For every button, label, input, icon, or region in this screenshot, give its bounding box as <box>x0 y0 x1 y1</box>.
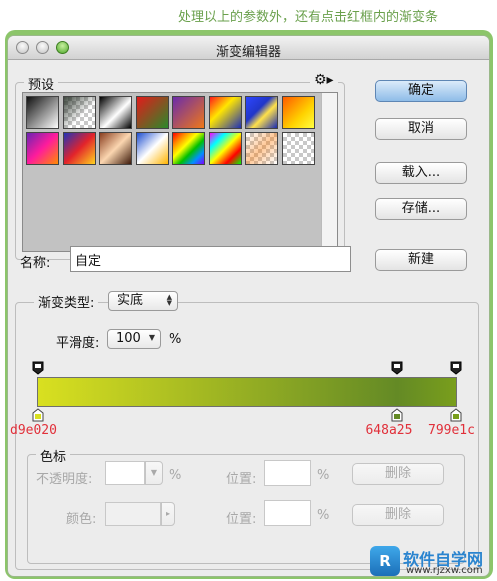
color-stop-hex-label: d9e020 <box>10 423 57 438</box>
color-stop-marker[interactable] <box>450 408 462 422</box>
position-unit-1: % <box>317 468 330 483</box>
preset-swatch[interactable] <box>172 132 205 165</box>
save-button[interactable]: 存储... <box>375 198 467 220</box>
smoothness-label: 平滑度: <box>56 336 100 351</box>
opacity-unit: % <box>169 468 182 483</box>
gradient-editor-window: 渐变编辑器 预设 ⚙▸ 确定 取消 载入... 存储... 名称: 自定 新建 … <box>8 36 489 576</box>
name-label: 名称: <box>20 256 51 271</box>
preset-swatch[interactable] <box>26 96 59 129</box>
select-arrows-icon: ▲ ▼ <box>166 293 172 307</box>
delete-button-1[interactable]: 删除 <box>352 463 444 485</box>
gradient-type-label: 渐变类型: <box>34 292 99 311</box>
preset-swatch[interactable] <box>135 96 169 129</box>
opacity-stop-marker[interactable] <box>32 361 44 375</box>
ok-button[interactable]: 确定 <box>375 80 467 102</box>
preset-swatch[interactable] <box>62 96 96 129</box>
watermark-url: www.rjzxw.com <box>406 565 483 576</box>
color-label: 颜色: <box>66 512 97 527</box>
smoothness-value: 100 <box>116 331 141 346</box>
color-stop-hex-label: 648a25 <box>365 423 413 438</box>
chevron-down-icon: ▼ <box>148 333 155 342</box>
preset-swatch[interactable] <box>99 132 132 165</box>
preset-swatch[interactable] <box>281 96 315 129</box>
preset-swatch[interactable] <box>135 132 169 165</box>
color-dropdown[interactable]: ▸ <box>161 502 175 526</box>
delete-button-2[interactable]: 删除 <box>352 504 444 526</box>
gear-icon[interactable]: ⚙▸ <box>310 72 338 88</box>
site-watermark: R 软件自学网 www.rjzxw.com <box>370 546 494 578</box>
preset-swatch[interactable] <box>245 132 278 165</box>
position-label-1: 位置: <box>226 472 257 487</box>
color-stop-marker[interactable] <box>32 408 44 422</box>
preset-swatch[interactable] <box>99 96 132 129</box>
new-button[interactable]: 新建 <box>375 249 467 271</box>
color-stop-hex-label: 799e1c <box>428 423 475 438</box>
smoothness-field[interactable]: 100 ▼ <box>107 329 161 349</box>
preset-swatch[interactable] <box>172 96 205 129</box>
color-stop-legend: 色标 <box>36 446 71 465</box>
preset-swatch[interactable] <box>281 132 315 165</box>
opacity-stop-marker[interactable] <box>391 361 403 375</box>
position-input-1[interactable] <box>264 460 311 486</box>
presets-legend: 预设 <box>24 74 59 93</box>
opacity-stop-marker[interactable] <box>450 361 462 375</box>
name-input[interactable]: 自定 <box>70 246 351 272</box>
presets-scrollbar[interactable] <box>321 93 337 251</box>
opacity-input[interactable] <box>105 461 145 485</box>
smoothness-unit: % <box>169 332 182 347</box>
preset-swatch[interactable] <box>208 96 242 129</box>
window-title: 渐变编辑器 <box>215 45 281 60</box>
position-input-2[interactable] <box>264 500 311 526</box>
position-label-2: 位置: <box>226 512 257 527</box>
position-unit-2: % <box>317 508 330 523</box>
gradient-type-value: 实底 <box>117 293 144 308</box>
color-stop-marker[interactable] <box>391 408 403 422</box>
title-bar[interactable]: 渐变编辑器 <box>8 36 489 60</box>
gradient-type-select[interactable]: 实底 ▲ ▼ <box>108 291 178 311</box>
opacity-dropdown[interactable]: ▼ <box>145 461 163 485</box>
top-caption: 处理以上的参数外，还有点击红框内的渐变条 <box>178 10 439 25</box>
gradient-bar[interactable] <box>37 377 457 407</box>
presets-list[interactable] <box>22 92 338 252</box>
preset-swatch[interactable] <box>245 96 278 129</box>
opacity-label: 不透明度: <box>36 472 93 487</box>
watermark-logo-icon: R <box>370 546 400 576</box>
preset-swatch[interactable] <box>62 132 96 165</box>
cancel-button[interactable]: 取消 <box>375 118 467 140</box>
preset-swatch[interactable] <box>26 132 59 165</box>
load-button[interactable]: 载入... <box>375 162 467 184</box>
color-swatch[interactable] <box>105 502 161 526</box>
preset-swatch[interactable] <box>208 132 242 165</box>
